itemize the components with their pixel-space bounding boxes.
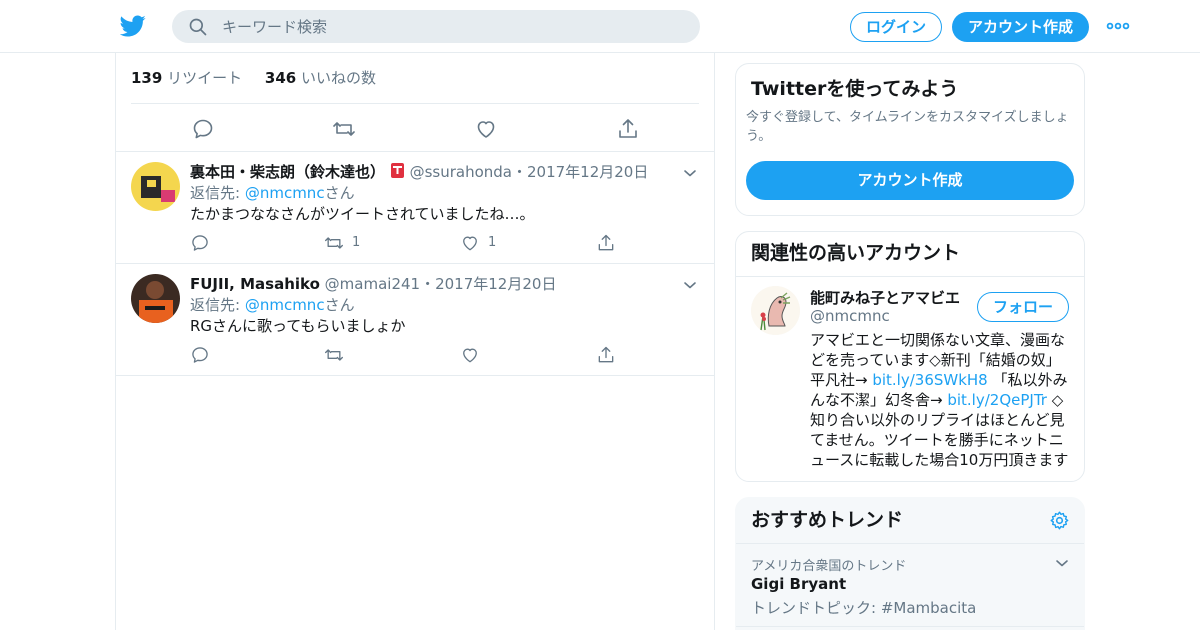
signup-card: Twitterを使ってみよう 今すぐ登録して、タイムラインをカスタマイズしましょ… (735, 63, 1085, 216)
user-name[interactable]: FUJII, Masahiko (190, 275, 320, 293)
bio-link[interactable]: bit.ly/36SWkH8 (872, 371, 987, 389)
reply-icon[interactable] (191, 117, 215, 141)
tweet-header: FUJII, Masahiko @mamai241・2017年12月20日 (190, 274, 556, 294)
reply-button[interactable] (190, 344, 210, 366)
share-icon (598, 234, 614, 250)
share-button[interactable] (596, 344, 616, 366)
gear-icon[interactable] (1049, 510, 1070, 531)
tweet-actions (116, 104, 714, 152)
related-accounts-title: 関連性の高いアカウント (736, 232, 1084, 277)
reply-to-suffix: さん (324, 184, 355, 202)
share-icon[interactable] (616, 117, 640, 141)
more-icon[interactable] (1106, 18, 1130, 34)
like-icon (463, 236, 477, 250)
reply-to: 返信先: @nmcmncさん (190, 183, 355, 203)
signup-card-description: 今すぐ登録して、タイムラインをカスタマイズしましょう。 (746, 110, 1069, 144)
separator-dot: ・ (511, 163, 527, 181)
separator-dot: ・ (420, 275, 436, 293)
main-timeline: 139 リツイート 346 いいねの数 裏本田・柴志朗（鈴木達也） @ssura… (115, 53, 715, 630)
retweet-stat-label: リツイート (167, 69, 243, 87)
postbox-emoji-icon (390, 162, 405, 179)
share-button[interactable] (596, 232, 616, 254)
search-input[interactable] (222, 10, 682, 43)
bio-link[interactable]: bit.ly/2QePJTr (947, 391, 1047, 409)
tweet-text: たかまつななさんがツイートされていましたね…。 (190, 205, 535, 223)
chevron-down-icon[interactable] (682, 277, 698, 293)
top-navigation-bar: ログイン アカウント作成 (0, 0, 1200, 53)
avatar[interactable] (131, 274, 180, 323)
tweet-stats: 139 リツイート 346 いいねの数 (131, 53, 699, 104)
divider (736, 626, 1084, 627)
like-button[interactable] (460, 344, 480, 366)
follow-button[interactable]: フォロー (977, 292, 1069, 322)
tweet-text: RGさんに歌ってもらいましょか (190, 317, 406, 335)
user-handle[interactable]: @ssurahonda (410, 163, 512, 181)
reply-button[interactable] (190, 232, 210, 254)
retweet-icon (325, 236, 343, 249)
account-handle[interactable]: @nmcmnc (810, 307, 890, 325)
reply-to: 返信先: @nmcmncさん (190, 295, 355, 315)
reply-icon (192, 234, 208, 251)
reply-to-prefix: 返信先: (190, 184, 245, 202)
like-stat[interactable]: 346 いいねの数 (265, 53, 376, 104)
like-count: 1 (488, 235, 497, 250)
retweet-count: 139 (131, 69, 163, 87)
trend-subtitle: トレンドトピック: #Mambacita (751, 599, 977, 617)
like-icon[interactable] (474, 117, 498, 141)
reply-to-prefix: 返信先: (190, 296, 245, 314)
avatar[interactable] (131, 162, 180, 211)
like-count: 346 (264, 69, 297, 87)
signup-button[interactable]: アカウント作成 (952, 12, 1089, 42)
account-bio: アマビエと一切関係ない文章、漫画などを売っています◇新刊「結婚の奴」平凡社→ b… (810, 330, 1072, 470)
reply-tweet[interactable]: FUJII, Masahiko @mamai241・2017年12月20日 返信… (116, 264, 714, 376)
reply-icon (192, 346, 208, 363)
retweet-stat[interactable]: 139 リツイート (131, 53, 242, 104)
like-icon (463, 348, 477, 362)
tweet-header: 裏本田・柴志朗（鈴木達也） @ssurahonda・2017年12月20日 (190, 162, 648, 182)
retweet-icon[interactable] (332, 117, 356, 141)
login-button[interactable]: ログイン (850, 12, 942, 42)
like-stat-label: いいねの数 (300, 69, 376, 87)
share-icon (598, 346, 614, 362)
trend-name[interactable]: Gigi Bryant (751, 575, 846, 593)
reply-to-link[interactable]: @nmcmnc (245, 184, 325, 202)
user-name[interactable]: 裏本田・柴志朗（鈴木達也） (190, 163, 385, 181)
avatar[interactable] (751, 286, 800, 335)
retweet-count: 1 (352, 235, 361, 250)
like-button[interactable]: 1 (460, 232, 496, 254)
tweet-date[interactable]: 2017年12月20日 (527, 163, 648, 181)
signup-card-title: Twitterを使ってみよう (751, 78, 959, 100)
reply-to-suffix: さん (324, 296, 355, 314)
search-icon (189, 18, 207, 36)
chevron-down-icon[interactable] (1054, 555, 1070, 571)
reply-to-link[interactable]: @nmcmnc (245, 296, 325, 314)
user-handle[interactable]: @mamai241 (325, 275, 420, 293)
reply-tweet[interactable]: 裏本田・柴志朗（鈴木達也） @ssurahonda・2017年12月20日 返信… (116, 152, 714, 264)
related-accounts-card: 関連性の高いアカウント 能町みね子とアマビエ @nmcmnc フォロー アマビエ… (735, 231, 1085, 482)
account-name[interactable]: 能町みね子とアマビエ (810, 287, 970, 308)
trend-context: アメリカ合衆国のトレンド (751, 559, 907, 574)
trends-card: おすすめトレンド アメリカ合衆国のトレンド Gigi Bryant トレンドトピ… (735, 497, 1085, 630)
trends-title: おすすめトレンド (736, 498, 1084, 544)
retweet-button[interactable] (324, 344, 344, 366)
retweet-button[interactable]: 1 (324, 232, 360, 254)
search-bar (172, 10, 700, 43)
tweet-date[interactable]: 2017年12月20日 (435, 275, 556, 293)
twitter-logo-icon[interactable] (120, 13, 146, 39)
retweet-icon (325, 348, 343, 361)
chevron-down-icon[interactable] (682, 165, 698, 181)
signup-card-button[interactable]: アカウント作成 (746, 161, 1074, 200)
